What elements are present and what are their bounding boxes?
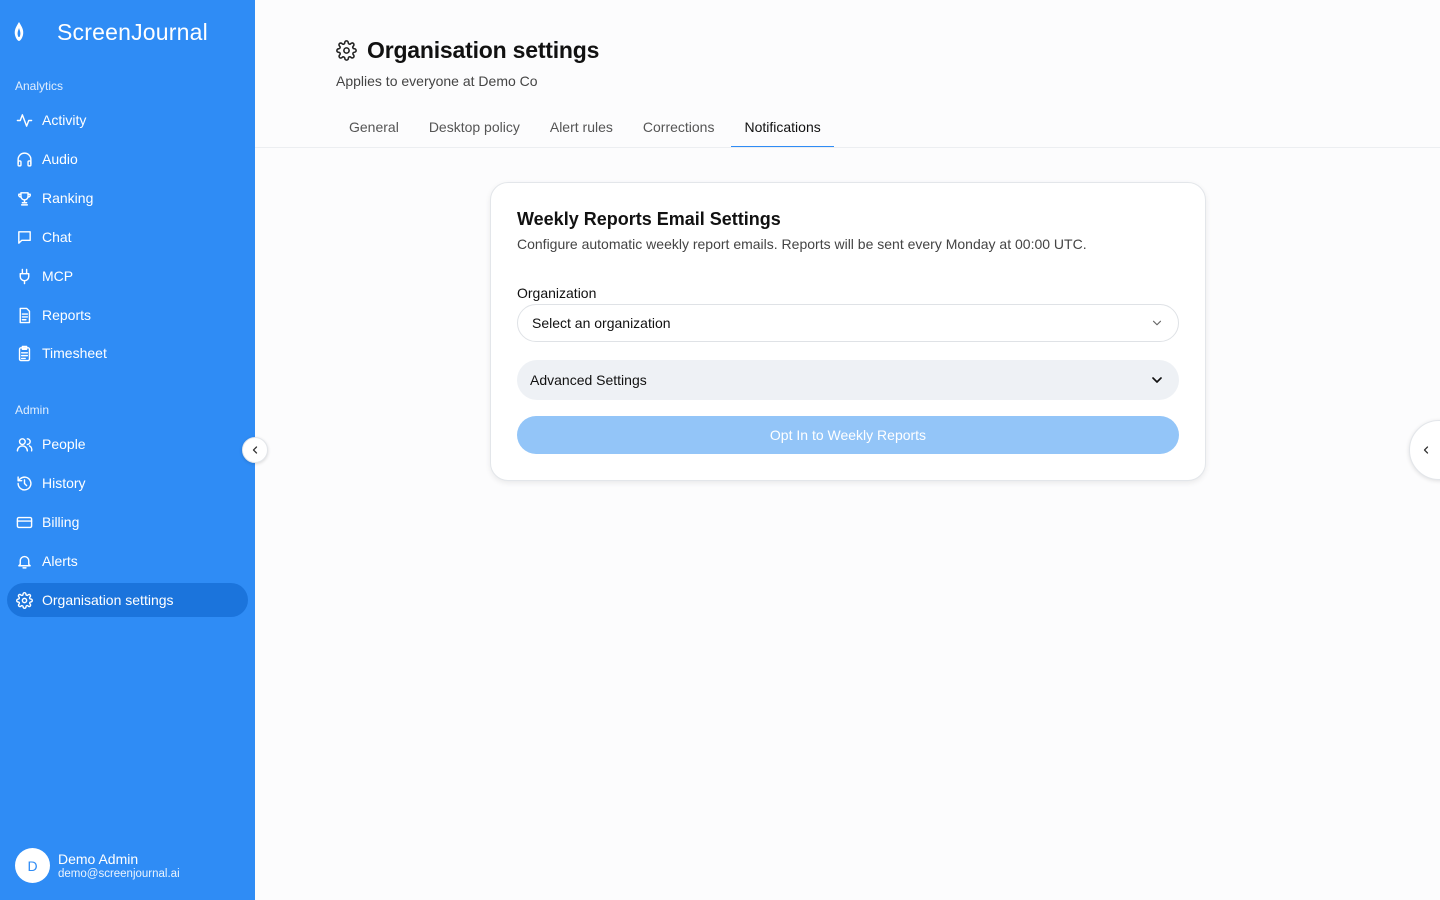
weekly-reports-card: Weekly Reports Email Settings Configure …: [490, 182, 1206, 481]
card-description: Configure automatic weekly report emails…: [517, 236, 1087, 252]
bell-icon: [16, 553, 33, 570]
tab-alert-rules[interactable]: Alert rules: [537, 108, 626, 148]
sidebar-item-chat[interactable]: Chat: [7, 220, 248, 254]
sidebar-item-label: Audio: [42, 151, 78, 167]
sidebar-item-activity[interactable]: Activity: [7, 103, 248, 137]
chat-icon: [16, 229, 33, 246]
chevron-left-icon: [1420, 444, 1432, 456]
sidebar-item-label: People: [42, 436, 86, 452]
organization-select[interactable]: Select an organization: [517, 304, 1179, 342]
users-icon: [16, 436, 33, 453]
page-header: Organisation settings: [336, 37, 599, 64]
organization-select-value: Select an organization: [532, 315, 671, 331]
flame-icon: [12, 21, 26, 43]
user-name: Demo Admin: [58, 851, 139, 867]
user-profile[interactable]: D Demo Admin demo@screenjournal.ai: [15, 848, 180, 883]
activity-icon: [16, 112, 33, 129]
section-label-admin: Admin: [15, 403, 50, 417]
main-content: Organisation settings Applies to everyon…: [255, 0, 1440, 900]
sidebar-item-reports[interactable]: Reports: [7, 298, 248, 332]
card-title: Weekly Reports Email Settings: [517, 209, 781, 229]
sidebar: ScreenJournal Analytics Activity Audio R…: [0, 0, 255, 900]
sidebar-item-label: Chat: [42, 229, 72, 245]
opt-in-button[interactable]: Opt In to Weekly Reports: [517, 416, 1179, 454]
settings-tabs: General Desktop policy Alert rules Corre…: [336, 108, 838, 148]
sidebar-item-organisation-settings[interactable]: Organisation settings: [7, 583, 248, 617]
sidebar-item-billing[interactable]: Billing: [7, 505, 248, 539]
sidebar-item-label: Ranking: [42, 190, 94, 206]
chevron-down-icon: [1150, 316, 1164, 330]
tabs-divider: [255, 147, 1440, 148]
gear-icon: [16, 591, 33, 609]
sidebar-item-label: History: [42, 475, 86, 491]
sidebar-item-alerts[interactable]: Alerts: [7, 544, 248, 578]
sidebar-item-label: Timesheet: [42, 345, 107, 361]
sidebar-item-timesheet[interactable]: Timesheet: [7, 336, 248, 370]
sidebar-item-people[interactable]: People: [7, 427, 248, 461]
gear-icon: [336, 40, 357, 61]
headphones-icon: [16, 151, 33, 168]
organization-label: Organization: [517, 285, 597, 301]
sidebar-item-label: Reports: [42, 307, 92, 323]
history-icon: [16, 475, 33, 492]
collapse-sidebar-button[interactable]: [242, 437, 268, 463]
credit-card-icon: [16, 514, 33, 531]
sidebar-item-audio[interactable]: Audio: [7, 142, 248, 176]
advanced-settings-toggle[interactable]: Advanced Settings: [517, 360, 1179, 400]
sidebar-item-history[interactable]: History: [7, 466, 248, 500]
advanced-settings-label: Advanced Settings: [530, 372, 647, 388]
tab-desktop-policy[interactable]: Desktop policy: [416, 108, 533, 148]
sidebar-item-label: Billing: [42, 514, 80, 530]
user-email: demo@screenjournal.ai: [58, 868, 180, 880]
tab-corrections[interactable]: Corrections: [630, 108, 728, 148]
avatar: D: [15, 848, 50, 883]
sidebar-item-label: Alerts: [42, 553, 78, 569]
plug-icon: [16, 268, 33, 285]
page-title: Organisation settings: [367, 37, 600, 63]
sidebar-item-mcp[interactable]: MCP: [7, 259, 248, 293]
tab-general[interactable]: General: [336, 108, 412, 148]
clipboard-icon: [16, 345, 33, 362]
chevron-down-icon: [1149, 372, 1165, 388]
sidebar-item-label: Activity: [42, 112, 87, 128]
section-label-analytics: Analytics: [15, 79, 64, 93]
page-subtitle: Applies to everyone at Demo Co: [336, 73, 538, 89]
sidebar-item-label: MCP: [42, 268, 74, 284]
sidebar-item-label: Organisation settings: [42, 592, 174, 608]
sidebar-item-ranking[interactable]: Ranking: [7, 181, 248, 215]
chevron-left-icon: [249, 444, 261, 456]
tab-notifications[interactable]: Notifications: [731, 108, 834, 148]
document-icon: [16, 307, 33, 324]
trophy-icon: [16, 190, 33, 207]
brand[interactable]: ScreenJournal: [12, 17, 208, 47]
brand-name: ScreenJournal: [57, 18, 208, 45]
